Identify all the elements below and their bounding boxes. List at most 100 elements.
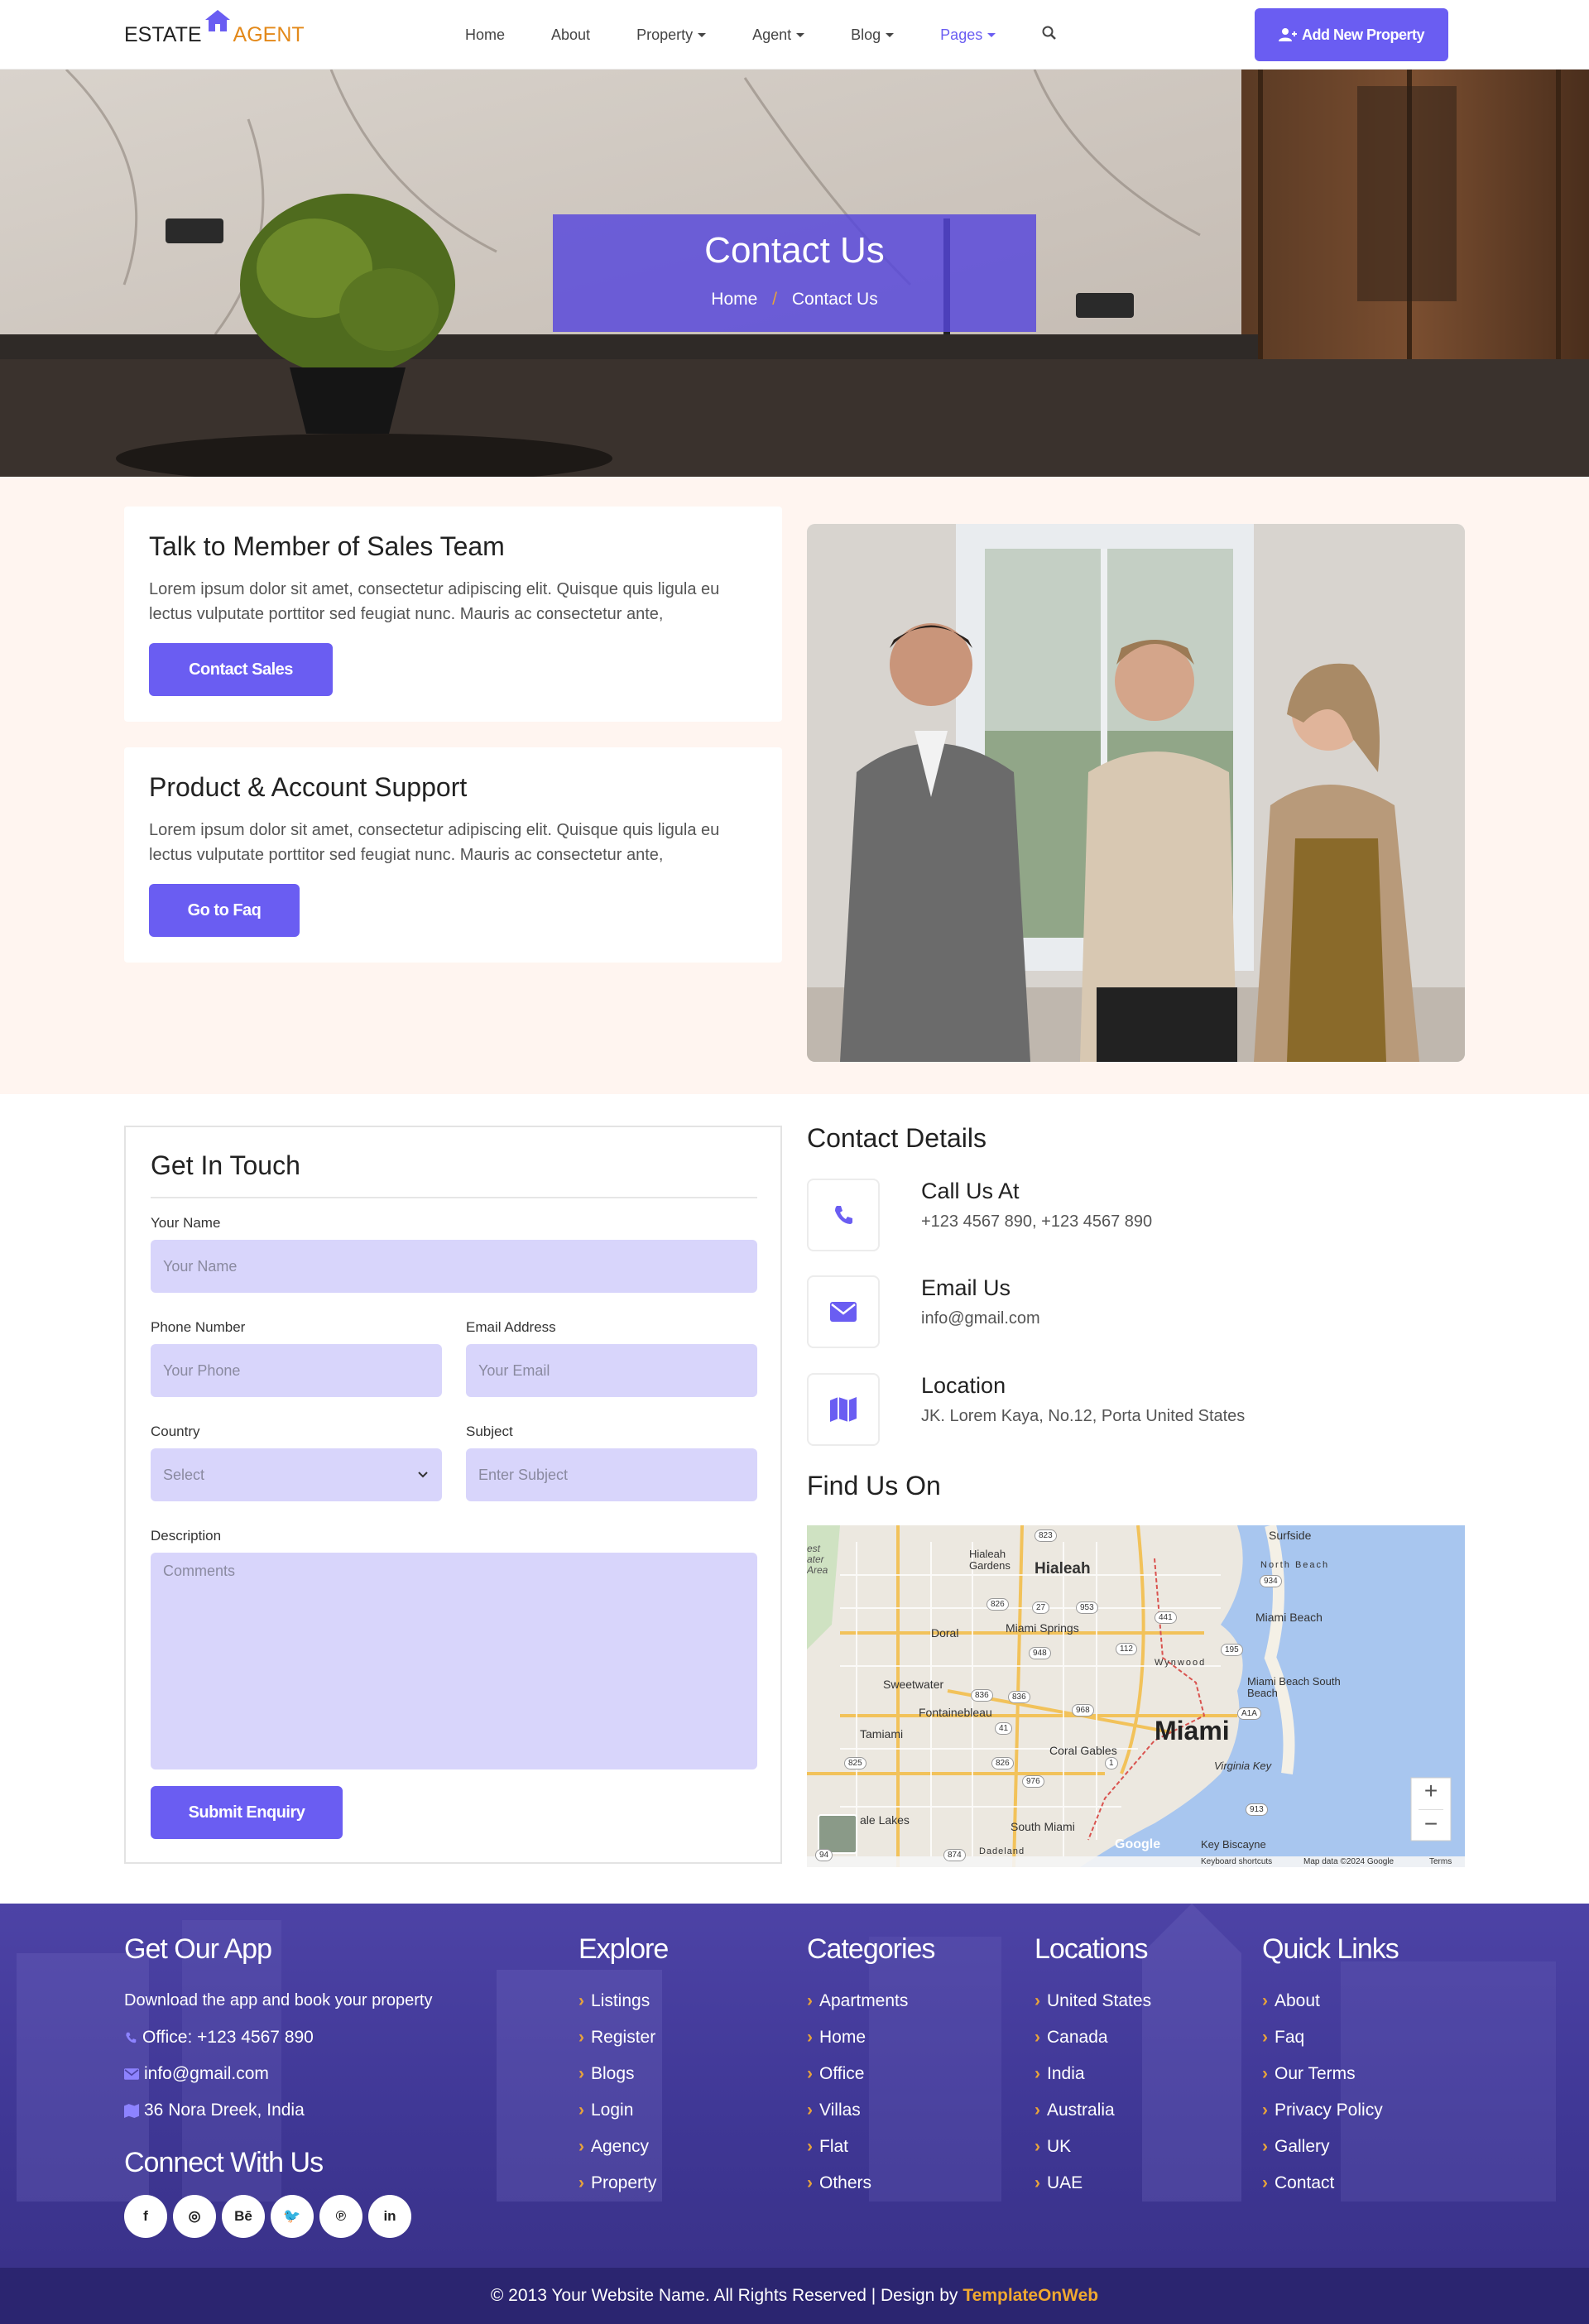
nav-item-blog[interactable]: Blog [851,26,895,44]
copyright-bar: © 2013 Your Website Name. All Rights Res… [0,2268,1589,2324]
email-label: Email Address [466,1319,556,1335]
footer-link-quick[interactable]: › Gallery [1262,2137,1330,2157]
sales-team-card: Talk to Member of Sales Team Lorem ipsum… [124,507,782,722]
nav-item-home[interactable]: Home [465,26,505,44]
footer-link-explore[interactable]: › Blogs [578,2064,635,2084]
nav-item-pages[interactable]: Pages [940,26,996,44]
footer-link-quick[interactable]: › Privacy Policy [1262,2101,1383,2120]
chevron-right-icon: › [807,2064,813,2083]
name-input[interactable]: Your Name [151,1240,757,1293]
chevron-right-icon: › [578,2064,584,2083]
footer-link-categories[interactable]: › Office [807,2064,864,2084]
footer-link-explore[interactable]: › Property [578,2173,656,2193]
main-menu: Home About Property Agent Blog Pages [465,0,1057,70]
email-us-value: info@gmail.com [921,1309,1040,1328]
chevron-right-icon: › [578,1991,584,2010]
breadcrumb: Home / Contact Us [553,290,1036,310]
footer-link-categories[interactable]: › Villas [807,2101,861,2120]
call-us-value: +123 4567 890, +123 4567 890 [921,1212,1153,1231]
page-title: Contact Us [704,230,885,271]
card-title: Product & Account Support [149,772,468,802]
map-zoom-in-button[interactable]: + [1411,1778,1451,1808]
footer-link-locations[interactable]: › Australia [1035,2101,1115,2120]
email-icon-box [807,1275,880,1348]
twitter-icon[interactable]: 🐦 [271,2195,314,2238]
map-label: Key Biscayne [1201,1838,1266,1851]
behance-icon[interactable]: Bē [222,2195,265,2238]
card-text: Lorem ipsum dolor sit amet, consectetur … [149,821,720,864]
linkedin-icon[interactable]: in [368,2195,411,2238]
footer-link-categories[interactable]: › Apartments [807,1991,908,2011]
map-label: Fontainebleau [919,1706,992,1719]
map-icon [830,1397,857,1422]
email-input[interactable]: Your Email [466,1344,757,1397]
subject-input[interactable]: Enter Subject [466,1448,757,1501]
map-label: Wynwood [1155,1658,1207,1668]
facebook-icon[interactable]: f [124,2195,167,2238]
keyboard-shortcuts-link[interactable]: Keyboard shortcuts [1201,1857,1272,1866]
chevron-right-icon: › [1262,2064,1268,2083]
map-terms-link[interactable]: Terms [1429,1857,1452,1866]
footer-link-locations[interactable]: › India [1035,2064,1085,2084]
pinterest-icon[interactable]: ℗ [319,2195,362,2238]
footer-connect-title: Connect With Us [124,2147,324,2178]
map-label: Sweetwater [883,1678,944,1691]
footer-link-explore[interactable]: › Agency [578,2137,649,2157]
chevron-right-icon: › [578,2028,584,2047]
designer-link[interactable]: TemplateOnWeb [963,2286,1098,2306]
subject-label: Subject [466,1424,513,1439]
footer-link-quick[interactable]: › Faq [1262,2028,1304,2048]
footer-link-categories[interactable]: › Flat [807,2137,848,2157]
map-label: Hialeah [1035,1560,1091,1577]
phone-input[interactable]: Your Phone [151,1344,442,1397]
chevron-right-icon: › [1262,2137,1268,2156]
chevron-right-icon: › [1035,1991,1040,2010]
footer-link-locations[interactable]: › UK [1035,2137,1071,2157]
route-badge: 934 [1260,1575,1282,1587]
chevron-right-icon: › [1035,2137,1040,2156]
instagram-icon[interactable]: ◎ [173,2195,216,2238]
route-badge: 948 [1029,1647,1051,1659]
brand-logo[interactable]: ESTATE AGENT [124,10,305,53]
map-label: Miami [1155,1716,1230,1745]
nav-item-property[interactable]: Property [636,26,707,44]
footer-link-categories[interactable]: › Others [807,2173,871,2193]
country-select[interactable]: Select [151,1448,442,1501]
submit-enquiry-button[interactable]: Submit Enquiry [151,1786,343,1839]
footer-link-quick[interactable]: › Our Terms [1262,2064,1356,2084]
chevron-right-icon: › [1035,2064,1040,2083]
google-map[interactable]: Hialeah Hialeah Gardens Surfside North B… [807,1525,1465,1867]
footer-link-explore[interactable]: › Listings [578,1991,650,2011]
map-label: North Beach [1260,1560,1330,1570]
footer-link-quick[interactable]: › About [1262,1991,1320,2011]
footer-link-explore[interactable]: › Login [578,2101,633,2120]
footer-link-quick[interactable]: › Contact [1262,2173,1334,2193]
footer-link-locations[interactable]: › United States [1035,1991,1151,2011]
map-label: Tamiami [860,1727,904,1741]
add-new-property-button[interactable]: Add New Property [1255,8,1448,61]
caret-down-icon [987,33,996,38]
find-us-title: Find Us On [807,1471,941,1501]
chevron-right-icon: › [1035,2173,1040,2192]
go-to-faq-button[interactable]: Go to Faq [149,884,300,937]
breadcrumb-home-link[interactable]: Home [711,290,757,309]
description-textarea[interactable]: Comments [151,1553,757,1769]
phone-label: Phone Number [151,1319,246,1335]
footer-link-explore[interactable]: › Register [578,2028,655,2048]
footer-locations-title: Locations [1035,1933,1149,1965]
phone-icon [126,2033,137,2043]
map-zoom-out-button[interactable]: − [1411,1811,1451,1841]
map-label: Virginia Key [1214,1760,1272,1772]
nav-item-agent[interactable]: Agent [752,26,805,44]
search-icon[interactable] [1042,26,1057,45]
contact-sales-button[interactable]: Contact Sales [149,643,333,696]
footer-link-categories[interactable]: › Home [807,2028,866,2048]
route-badge: 836 [971,1689,993,1702]
footer-link-locations[interactable]: › Canada [1035,2028,1108,2048]
chevron-down-icon [418,1472,428,1478]
nav-item-about[interactable]: About [551,26,590,44]
map-label: Miami Springs [1006,1621,1079,1635]
footer-quicklinks-title: Quick Links [1262,1933,1399,1965]
breadcrumb-current: Contact Us [791,290,878,309]
footer-link-locations[interactable]: › UAE [1035,2173,1083,2193]
